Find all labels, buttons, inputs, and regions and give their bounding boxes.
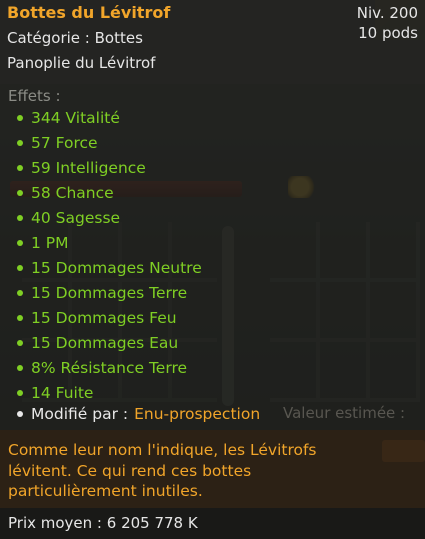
effect-line: 15 Dommages Feu — [0, 308, 202, 333]
effect-text: 59 Intelligence — [31, 159, 146, 177]
item-name: Bottes du Lévitrof — [7, 3, 171, 22]
bullet-icon — [17, 115, 23, 121]
effects-list: 344 Vitalité 57 Force 59 Intelligence 58 Ch… — [0, 108, 202, 408]
effect-line: 15 Dommages Terre — [0, 283, 202, 308]
modified-label: Modifié par : — [31, 405, 129, 423]
effect-text: 8% Résistance Terre — [31, 359, 188, 377]
effect-text: 344 Vitalité — [31, 109, 120, 127]
effects-title: Effets : — [8, 87, 61, 105]
modified-by: Modifié par : Enu-prospection — [0, 404, 260, 428]
bullet-icon — [17, 365, 23, 371]
effect-line: 1 PM — [0, 233, 202, 258]
effect-line: 40 Sagesse — [0, 208, 202, 233]
game-screen: Bottes du Lévitrof Niv. 200 10 pods Caté… — [0, 0, 425, 539]
effect-text: 15 Dommages Feu — [31, 309, 177, 327]
bullet-icon — [17, 290, 23, 296]
effect-text: 15 Dommages Neutre — [31, 259, 202, 277]
bullet-icon — [17, 190, 23, 196]
bullet-icon — [17, 240, 23, 246]
effect-text: 40 Sagesse — [31, 209, 121, 227]
background-estimate-label: Valeur estimée : — [283, 404, 406, 422]
item-set: Panoplie du Lévitrof — [7, 54, 156, 72]
modified-value: Enu-prospection — [134, 405, 261, 423]
item-category: Catégorie : Bottes — [7, 29, 143, 47]
effect-line: 344 Vitalité — [0, 108, 202, 133]
bullet-icon — [17, 411, 23, 417]
bullet-icon — [17, 265, 23, 271]
bullet-icon — [17, 340, 23, 346]
effect-line: 8% Résistance Terre — [0, 358, 202, 383]
average-price: Prix moyen : 6 205 778 K — [8, 514, 198, 532]
effect-text: 58 Chance — [31, 184, 114, 202]
effect-line: 59 Intelligence — [0, 158, 202, 183]
bullet-icon — [17, 140, 23, 146]
effect-text: 15 Dommages Eau — [31, 334, 179, 352]
item-weight: 10 pods — [358, 24, 418, 42]
bullet-icon — [17, 165, 23, 171]
effect-text: 15 Dommages Terre — [31, 284, 188, 302]
effect-line: 15 Dommages Eau — [0, 333, 202, 358]
effect-text: 14 Fuite — [31, 384, 94, 402]
bullet-icon — [17, 215, 23, 221]
bullet-icon — [17, 390, 23, 396]
effect-line: 15 Dommages Neutre — [0, 258, 202, 283]
item-description: Comme leur nom l'indique, les Lévitrofs … — [8, 441, 317, 500]
effect-line: 58 Chance — [0, 183, 202, 208]
item-tooltip: Bottes du Lévitrof Niv. 200 10 pods Caté… — [0, 0, 425, 539]
bullet-icon — [17, 315, 23, 321]
item-level: Niv. 200 — [356, 4, 418, 22]
effect-line: 57 Force — [0, 133, 202, 158]
effect-text: 1 PM — [31, 234, 69, 252]
effect-text: 57 Force — [31, 134, 98, 152]
